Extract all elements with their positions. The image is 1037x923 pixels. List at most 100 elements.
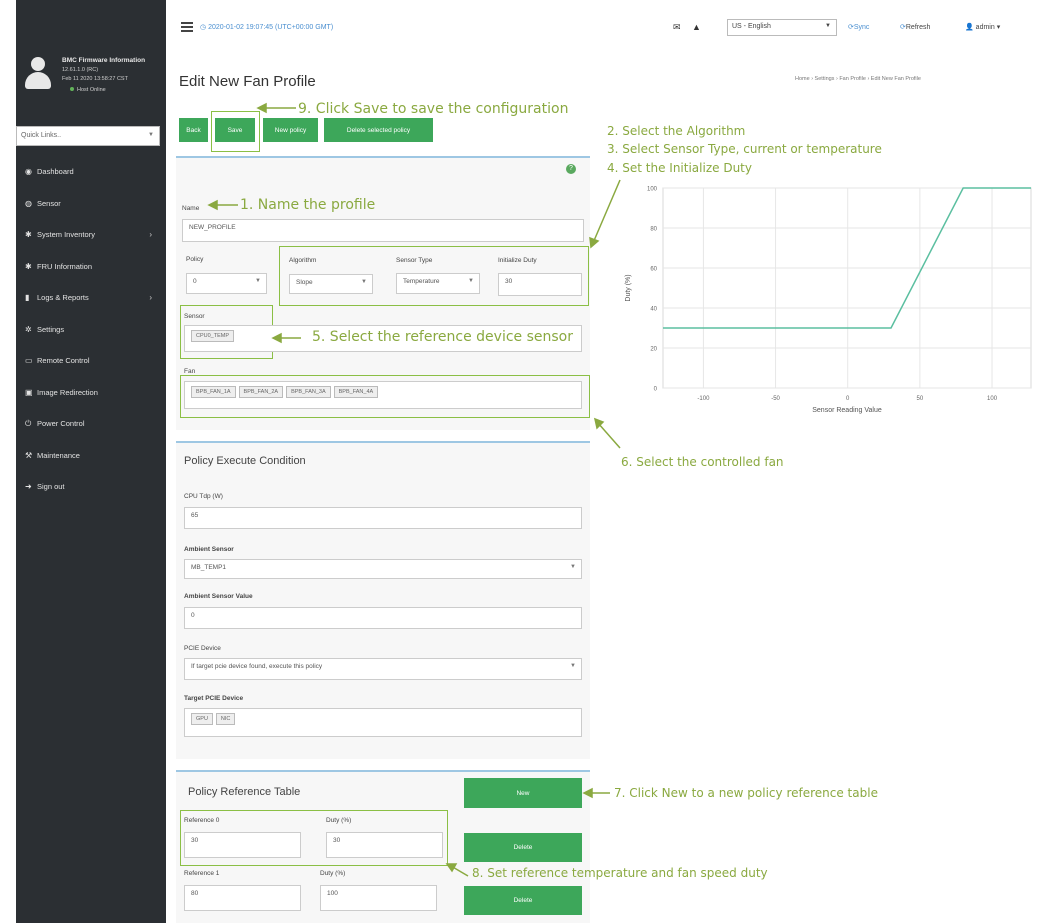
server-datetime: ◷ 2020-01-02 19:07:45 (UTC+00:00 GMT): [200, 23, 333, 31]
sidebar-item-label: Dashboard: [37, 167, 74, 177]
sidebar-item-remote-control[interactable]: ▭ Remote Control: [16, 345, 166, 377]
reference-label: Reference 0: [184, 817, 220, 824]
fan-tag-input[interactable]: BPB_FAN_1A BPB_FAN_2A BPB_FAN_3A BPB_FAN_4A: [184, 381, 582, 409]
duty-0-input[interactable]: 30: [326, 832, 443, 858]
status-dot-icon: [70, 87, 74, 91]
chevron-down-icon: ▾: [996, 24, 1001, 31]
chevron-down-icon: ▼: [361, 279, 367, 285]
x-tick-label: 50: [917, 396, 924, 402]
sync-button[interactable]: ⟳Sync: [848, 23, 869, 31]
warning-icon[interactable]: ▲: [692, 22, 701, 32]
arrowhead-fan: [593, 417, 605, 430]
sidebar-item-logs-reports[interactable]: ▮ Logs & Reports ›: [16, 282, 166, 314]
sidebar-item-system-inventory[interactable]: ✱ System Inventory ›: [16, 219, 166, 251]
help-icon[interactable]: ?: [566, 164, 576, 174]
bmc-version: 12.61.1.0 (RC): [62, 67, 99, 73]
fan-tag[interactable]: BPB_FAN_1A: [191, 386, 236, 398]
sidebar-item-label: System Inventory: [37, 230, 95, 240]
sidebar-item-label: FRU Information: [37, 261, 93, 271]
policy-select[interactable]: 0 ▼: [186, 273, 267, 294]
new-policy-button[interactable]: New policy: [263, 118, 318, 142]
envelope-icon[interactable]: ✉: [673, 22, 681, 33]
x-tick-label: -100: [697, 396, 710, 402]
logs-icon: ▮: [25, 293, 30, 303]
sidebar-item-sign-out[interactable]: ➜ Sign out: [16, 471, 166, 503]
pcie-device-select[interactable]: If target pcie device found, execute thi…: [184, 658, 582, 680]
user-menu[interactable]: 👤 admin ▾: [965, 23, 1000, 31]
sidebar-item-image-redirection[interactable]: ▣ Image Redirection: [16, 377, 166, 409]
clock-icon: ◷: [200, 24, 207, 31]
target-pcie-label: Target PCIE Device: [184, 695, 244, 702]
chevron-down-icon: ▼: [570, 663, 576, 669]
algorithm-label: Algorithm: [289, 257, 317, 264]
sidebar-item-fru-information[interactable]: ✱ FRU Information: [16, 251, 166, 283]
pcie-tag[interactable]: GPU: [191, 713, 213, 725]
sidebar-item-maintenance[interactable]: ⚒ Maintenance: [16, 440, 166, 472]
save-highlight: [211, 111, 260, 152]
sidebar-item-power-control[interactable]: ⏻ Power Control: [16, 408, 166, 440]
y-tick-label: 20: [650, 347, 657, 353]
annotation-3: 3. Select Sensor Type, current or temper…: [607, 142, 882, 156]
sensor-type-select[interactable]: Temperature ▼: [396, 273, 480, 294]
reference-1-input[interactable]: 80: [184, 885, 301, 911]
new-reference-button[interactable]: New: [464, 778, 582, 808]
arrow-fan: [597, 422, 621, 449]
reference-0-input[interactable]: 30: [184, 832, 301, 858]
power-icon: ⏻: [25, 418, 32, 428]
sidebar-item-sensor[interactable]: ◍ Sensor: [16, 188, 166, 220]
annotation-7: 7. Click New to a new policy reference t…: [614, 786, 878, 800]
duty-label: Duty (%): [320, 870, 346, 877]
sidebar-item-label: Image Redirection: [37, 387, 98, 397]
arrowhead-algorithm: [589, 236, 600, 249]
back-button[interactable]: Back: [179, 118, 208, 142]
initialize-duty-label: Initialize Duty: [498, 257, 537, 264]
cpu-tdp-label: CPU Tdp (W): [184, 493, 223, 500]
pcie-tag[interactable]: NIC: [215, 713, 236, 725]
sidebar-item-dashboard[interactable]: ◉ Dashboard: [16, 156, 166, 188]
y-tick-label: 80: [650, 227, 657, 233]
page-title: Edit New Fan Profile: [179, 73, 316, 90]
image-icon: ▣: [25, 387, 33, 397]
x-tick-label: -50: [771, 396, 780, 402]
sidebar-item-label: Remote Control: [37, 356, 90, 366]
refresh-button[interactable]: ⟳Refresh: [900, 23, 930, 31]
sidebar-item-settings[interactable]: ✲ Settings: [16, 314, 166, 346]
policy-value: 0: [193, 278, 197, 285]
sidebar-item-label: Settings: [37, 324, 65, 334]
fan-tag[interactable]: BPB_FAN_2A: [238, 386, 284, 398]
delete-reference-button[interactable]: Delete: [464, 886, 582, 915]
language-select[interactable]: US - English ▼: [727, 19, 837, 36]
pcie-device-value: If target pcie device found, execute thi…: [191, 663, 323, 670]
algorithm-value: Slope: [296, 279, 313, 286]
user-name: admin: [975, 24, 995, 31]
annotation-1: 1. Name the profile: [240, 197, 376, 213]
cpu-tdp-input[interactable]: 65: [184, 507, 582, 529]
x-tick-label: 0: [846, 396, 850, 402]
algorithm-select[interactable]: Slope ▼: [289, 274, 373, 294]
ambient-value-input[interactable]: 0: [184, 607, 582, 629]
ambient-value-label: Ambient Sensor Value: [184, 593, 253, 600]
pcie-device-label: PCIE Device: [184, 645, 221, 652]
ambient-sensor-select[interactable]: MB_TEMP1 ▼: [184, 559, 582, 579]
delete-reference-button[interactable]: Delete: [464, 833, 582, 862]
delete-selected-policy-button[interactable]: Delete selected policy: [324, 118, 433, 142]
initialize-duty-input[interactable]: 30: [498, 273, 582, 296]
chevron-right-icon: ›: [149, 293, 152, 303]
settings-icon: ✲: [25, 324, 32, 334]
menu-toggle-icon[interactable]: [181, 22, 193, 32]
target-pcie-tag-input[interactable]: GPU NIC: [184, 708, 582, 737]
refresh-label: Refresh: [905, 24, 931, 31]
name-label: Name: [182, 205, 200, 212]
sync-label: Sync: [853, 24, 870, 31]
sidebar-item-label: Sign out: [37, 482, 65, 492]
profile-name-input[interactable]: NEW_PROFILE: [182, 219, 584, 242]
annotation-2: 2. Select the Algorithm: [607, 124, 746, 138]
fan-tag[interactable]: BPB_FAN_4A: [333, 386, 379, 398]
sensor-type-label: Sensor Type: [396, 257, 433, 264]
sensor-tag[interactable]: CPU0_TEMP: [191, 330, 235, 342]
annotation-4: 4. Set the Initialize Duty: [607, 161, 752, 175]
quick-links-select[interactable]: Quick Links.. ▼: [16, 126, 160, 146]
sidebar-item-label: Maintenance: [37, 450, 80, 460]
fan-tag[interactable]: BPB_FAN_3A: [286, 386, 331, 398]
duty-1-input[interactable]: 100: [320, 885, 437, 911]
